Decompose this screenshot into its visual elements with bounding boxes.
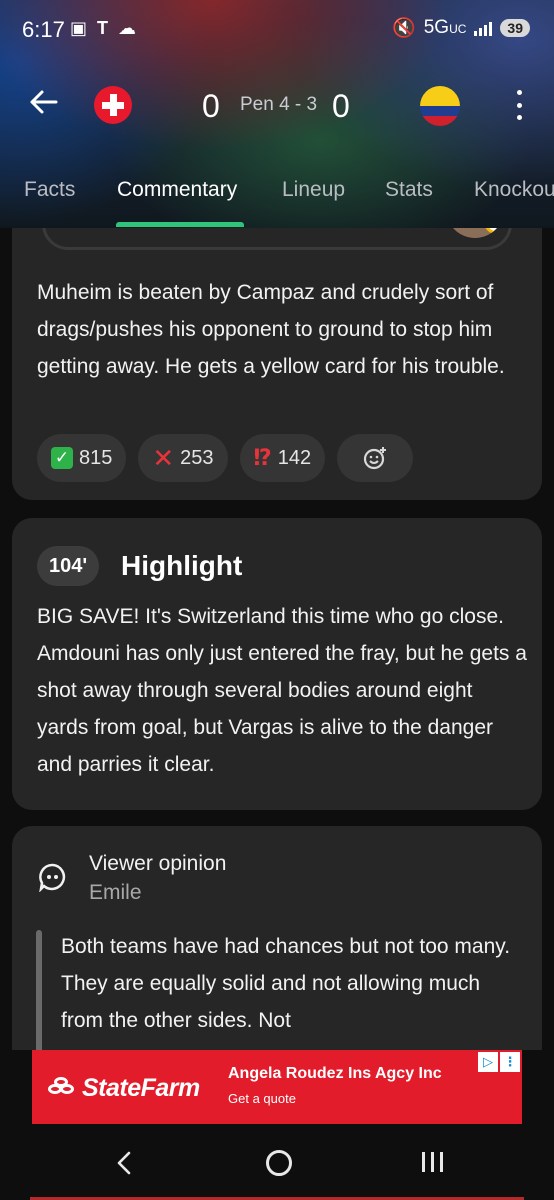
- tab-lineup[interactable]: Lineup: [282, 178, 345, 202]
- minute-badge: 104': [37, 546, 100, 586]
- reaction-cross-button[interactable]: ✕ 253: [138, 434, 228, 482]
- quote-bar: [36, 930, 42, 1050]
- highlight-title: Highlight: [121, 550, 243, 581]
- reaction-check-button[interactable]: ✓ 815: [37, 434, 127, 482]
- nav-recents-icon[interactable]: [422, 1152, 443, 1172]
- highlight-text: BIG SAVE! It's Switzerland this time who…: [37, 605, 527, 776]
- screenshot-icon: ▣: [70, 18, 88, 38]
- system-nav-bar: [0, 1124, 554, 1200]
- away-score: 0: [332, 88, 350, 124]
- battery-indicator: 39: [500, 19, 530, 37]
- reaction-count: 142: [277, 446, 312, 469]
- highlight-card: 104' Highlight BIG SAVE! It's Switzerlan…: [12, 518, 542, 810]
- status-bar: 6:17 ▣ T ☁ 🔇 5GUC 39: [0, 0, 554, 58]
- reaction-count: 253: [180, 446, 214, 469]
- tab-stats[interactable]: Stats: [385, 178, 433, 202]
- tab-facts[interactable]: Facts: [24, 178, 75, 202]
- nav-home-icon[interactable]: [266, 1150, 292, 1176]
- network-label: 5GUC: [423, 17, 467, 38]
- opinion-label: Viewer opinion: [89, 852, 227, 875]
- ad-title: Angela Roudez Ins Agcy Inc: [228, 1065, 442, 1082]
- status-time: 6:17: [22, 17, 65, 42]
- reaction-count: 815: [79, 446, 113, 469]
- home-score: 0: [202, 88, 220, 124]
- penalty-score: Pen 4 - 3: [240, 94, 318, 115]
- more-options-icon[interactable]: [512, 90, 526, 120]
- signal-icon: [474, 20, 493, 36]
- colombia-flag-icon[interactable]: [420, 86, 460, 126]
- tab-commentary[interactable]: Commentary: [117, 178, 237, 202]
- opinion-text: Both teams have had chances but not too …: [61, 935, 511, 1032]
- ad-choices[interactable]: ▷ ⋮: [478, 1052, 520, 1072]
- back-arrow-icon[interactable]: [28, 86, 60, 118]
- mute-icon: 🔇: [392, 18, 416, 39]
- ad-more-icon[interactable]: ⋮: [500, 1052, 520, 1072]
- add-reaction-button[interactable]: [337, 434, 414, 482]
- interrobang-icon: ⁉: [253, 445, 272, 470]
- tab-knockout[interactable]: Knockout: [474, 178, 554, 202]
- ad-choices-icon[interactable]: ▷: [478, 1052, 498, 1072]
- cross-icon: ✕: [152, 443, 175, 473]
- ad-subtitle: Get a quote: [228, 1091, 296, 1106]
- ad-banner[interactable]: StateFarm Angela Roudez Ins Agcy Inc Get…: [32, 1050, 522, 1124]
- statefarm-logo: StateFarm: [48, 1074, 200, 1103]
- nav-back-icon[interactable]: [112, 1150, 138, 1176]
- reaction-interrobang-button[interactable]: ⁉ 142: [239, 434, 326, 482]
- status-right: 🔇 5GUC 39: [392, 16, 530, 40]
- tmobile-icon: T: [97, 18, 109, 38]
- viewer-opinion-card: Viewer opinion Emile Both teams have had…: [12, 826, 542, 1050]
- switzerland-flag-icon[interactable]: [94, 86, 132, 124]
- tab-bar: Facts Commentary Lineup Stats Knockout: [0, 168, 554, 228]
- check-icon: ✓: [51, 447, 73, 469]
- commentary-text: Muheim is beaten by Campaz and crudely s…: [37, 281, 505, 378]
- active-tab-indicator: [116, 222, 244, 227]
- previous-item-box: [42, 228, 512, 250]
- match-header: 6:17 ▣ T ☁ 🔇 5GUC 39 0 Pen 4 - 3 0 Facts…: [0, 0, 554, 228]
- weather-icon: ☁: [118, 18, 137, 38]
- status-icons: ▣ T ☁: [70, 18, 136, 39]
- add-emoji-icon: [364, 447, 387, 470]
- reactions-row: ✓ 815 ✕ 253 ⁉ 142: [37, 434, 414, 482]
- commentary-card: Muheim is beaten by Campaz and crudely s…: [12, 228, 542, 500]
- opinion-author: Emile: [89, 881, 142, 904]
- statefarm-ovals-icon: [48, 1076, 78, 1099]
- commentary-feed[interactable]: Muheim is beaten by Campaz and crudely s…: [0, 228, 554, 1050]
- chat-bubble-icon: [39, 863, 66, 892]
